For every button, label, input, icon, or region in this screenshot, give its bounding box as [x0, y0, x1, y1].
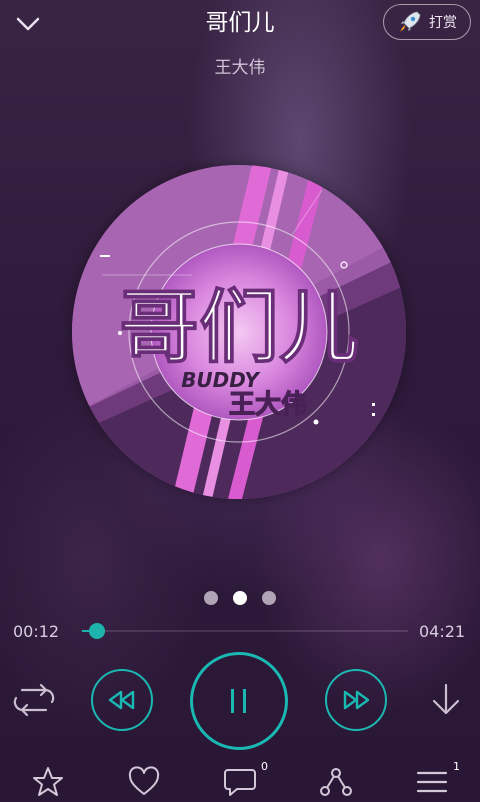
previous-button[interactable]: [91, 669, 153, 731]
progress-thumb[interactable]: [89, 623, 105, 639]
download-arrow-icon: [432, 683, 460, 715]
total-duration: 04:21: [419, 622, 466, 641]
artist-name[interactable]: 王大伟: [0, 56, 480, 80]
album-art-subtitle: BUDDY: [181, 368, 261, 392]
rocket-icon: [400, 11, 421, 32]
repeat-button[interactable]: [10, 677, 58, 723]
page-dot-active[interactable]: [233, 591, 247, 605]
fast-forward-icon: [343, 690, 370, 710]
heart-icon: [128, 766, 160, 795]
repeat-icon: [13, 683, 55, 717]
comment-button[interactable]: [220, 762, 260, 802]
comment-bubble-icon: [224, 769, 256, 796]
pause-icon: [231, 689, 246, 713]
page-dot[interactable]: [204, 591, 218, 605]
pause-button[interactable]: [190, 652, 288, 750]
star-icon: [33, 767, 63, 796]
elapsed-time: 00:12: [13, 622, 60, 641]
playlist-button[interactable]: [412, 762, 452, 802]
page-dot[interactable]: [262, 591, 276, 605]
share-button[interactable]: [316, 762, 356, 802]
rewind-icon: [108, 690, 135, 710]
share-icon: [320, 768, 352, 796]
next-button[interactable]: [325, 669, 387, 731]
reward-button[interactable]: 打赏: [383, 4, 471, 40]
album-cover-disc[interactable]: 哥们儿 BUDDY 王大伟: [72, 165, 406, 499]
album-art: 哥们儿 BUDDY 王大伟: [72, 165, 406, 499]
album-art-artist: 王大伟: [229, 390, 307, 420]
album-art-title: 哥们儿: [119, 281, 359, 374]
comment-count-badge: 0: [261, 760, 268, 773]
download-button[interactable]: [426, 680, 466, 720]
playlist-count-badge: 1: [453, 760, 460, 773]
favorite-button[interactable]: [28, 762, 68, 802]
reward-label: 打赏: [429, 15, 457, 31]
playlist-icon: [416, 771, 448, 793]
progress-track[interactable]: [82, 630, 408, 632]
like-button[interactable]: [124, 762, 164, 802]
